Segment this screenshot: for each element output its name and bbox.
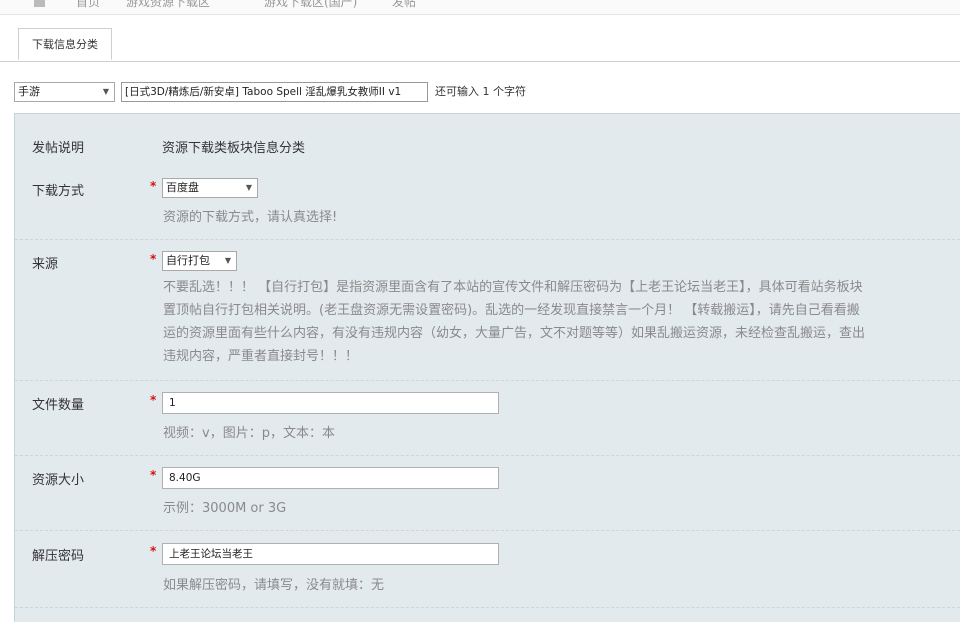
category-select-value: 手游: [18, 85, 40, 98]
file-count-input[interactable]: 1: [162, 392, 499, 414]
unzip-password-label: 解压密码: [32, 549, 85, 564]
source-select[interactable]: 自行打包 ▼: [162, 251, 237, 271]
home-icon[interactable]: [34, 0, 45, 7]
file-size-input[interactable]: 8.40G: [162, 467, 499, 489]
required-mark: *: [150, 393, 157, 407]
unzip-password-hint: 如果解压密码，请填写，没有就填：无: [163, 578, 385, 593]
file-size-hint: 示例：3000M or 3G: [163, 501, 287, 516]
file-count-label: 文件数量: [32, 398, 85, 413]
download-method-select[interactable]: 百度盘 ▼: [162, 178, 258, 198]
breadcrumb-item-current: 发帖: [392, 0, 417, 9]
required-mark: *: [150, 544, 157, 558]
source-label: 来源: [32, 257, 59, 272]
tab-download-info-category[interactable]: 下载信息分类: [18, 28, 112, 60]
download-method-value: 百度盘: [166, 181, 199, 194]
file-count-hint: 视频：v，图片：p，文本：本: [163, 426, 335, 441]
source-note-line: 不要乱选！！！ 【自行打包】是指资源里面含有了本站的宣传文件和解压密码为【上老王…: [163, 280, 863, 295]
source-note-line: 置顶帖自行打包相关说明。(老王盘资源无需设置密码)。乱选的一经发现直接禁言一个月…: [163, 303, 860, 318]
chevron-down-icon: ▼: [102, 87, 109, 96]
breadcrumb: 首页 游戏资源下载区 游戏下载区(国产) 发帖: [0, 0, 960, 15]
breadcrumb-item-section[interactable]: 游戏资源下载区: [126, 0, 210, 10]
chevron-down-icon: ▼: [245, 183, 252, 192]
intro-label: 发帖说明: [32, 141, 85, 156]
row-divider: [15, 607, 960, 608]
char-remaining-hint: 还可输入 1 个字符: [435, 85, 526, 98]
source-note-line: 违规内容，严重者直接封号！！！: [163, 349, 359, 364]
breadcrumb-item-home[interactable]: 首页: [76, 0, 100, 10]
row-divider: [15, 380, 960, 381]
required-mark: *: [150, 179, 157, 193]
breadcrumb-item-subsection[interactable]: 游戏下载区(国产): [264, 0, 357, 10]
download-method-label: 下载方式: [32, 184, 85, 199]
row-divider: [15, 239, 960, 240]
required-mark: *: [150, 468, 157, 482]
intro-text: 资源下载类板块信息分类: [162, 141, 306, 156]
tab-bar: 下载信息分类: [0, 28, 960, 62]
category-select[interactable]: 手游 ▼: [14, 82, 115, 102]
download-method-hint: 资源的下载方式，请认真选择!: [163, 210, 338, 225]
file-size-label: 资源大小: [32, 473, 85, 488]
source-note: 不要乱选！！！ 【自行打包】是指资源里面含有了本站的宣传文件和解压密码为【上老王…: [163, 276, 960, 368]
row-divider: [15, 455, 960, 456]
source-note-line: 运的资源里面有些什么内容，有没有违规内容（幼女，大量广告，文不对题等等）如果乱搬…: [163, 326, 866, 341]
unzip-password-input[interactable]: 上老王论坛当老王: [162, 543, 499, 565]
row-divider: [15, 530, 960, 531]
source-value: 自行打包: [166, 254, 210, 267]
required-mark: *: [150, 252, 157, 266]
title-input[interactable]: [日式3D/精炼后/新安卓] Taboo Spell 淫乱爆乳女教师II v1: [121, 82, 428, 102]
chevron-down-icon: ▼: [224, 256, 231, 265]
